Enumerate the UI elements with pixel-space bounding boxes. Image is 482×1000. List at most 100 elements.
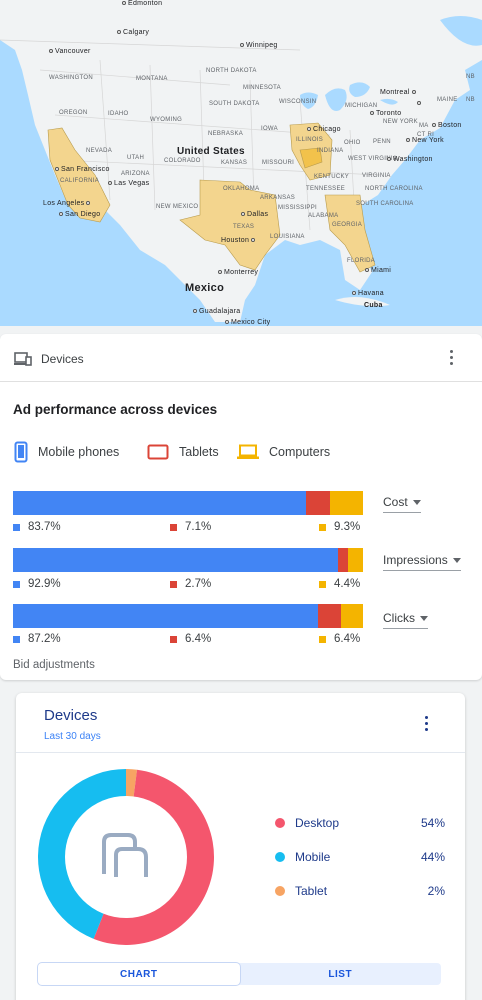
clicks-bar-computer	[340, 604, 363, 628]
map-label-south-carolina: SOUTH CAROLINA	[356, 201, 414, 207]
map-label-kansas: KANSAS	[221, 160, 248, 166]
map-label-new-mexico: NEW MEXICO	[156, 204, 199, 210]
more-options-icon[interactable]	[448, 350, 454, 368]
legend-mobile-phones: Mobile phones	[14, 440, 119, 464]
map-label-havana: Havana	[352, 290, 384, 297]
clicks-bar-tablet	[318, 604, 341, 628]
legend-mobile-label: Mobile phones	[38, 445, 120, 459]
map-label-maine: MAINE	[437, 97, 458, 103]
clicks-metric-dropdown[interactable]: Clicks	[383, 611, 428, 629]
map-label-montana: MONTANA	[136, 76, 168, 82]
map-label-las-vegas: Las Vegas	[108, 180, 149, 187]
devices-card-header: Devices	[0, 334, 482, 382]
devices-donut-chart	[38, 769, 214, 945]
clicks-bar-mobile	[13, 604, 319, 628]
map-label-arizona: ARIZONA	[121, 171, 150, 177]
map-panel[interactable]: Edmonton Calgary Vancouver Winnipeg WASH…	[0, 0, 482, 326]
map-label-washington-dc: Washington	[387, 156, 433, 163]
mobile-label: Mobile	[295, 850, 331, 864]
cost-tablet-pct: 7.1%	[170, 521, 211, 533]
map-label-indiana: INDIANA	[317, 148, 344, 154]
map-label-penn: PENN	[373, 139, 391, 145]
desktop-dot	[275, 818, 285, 828]
devices-chart-card: Devices Last 30 days Desktop 54% Mobile …	[16, 693, 465, 1000]
map-label-kentucky: KENTUCKY	[314, 174, 350, 180]
map-label-new-york-state: NEW YORK	[383, 119, 418, 125]
map-label-houston: Houston	[221, 237, 257, 244]
impressions-metric-dropdown[interactable]: Impressions	[383, 553, 461, 571]
map-label-washington: WASHINGTON	[49, 75, 94, 81]
map-label-toronto: Toronto	[370, 110, 401, 117]
tablet-label: Tablet	[295, 884, 328, 898]
map-label-utah: UTAH	[127, 155, 145, 161]
map-label-nb: NB	[466, 97, 475, 103]
donut-legend-mobile: Mobile 44%	[275, 847, 445, 867]
tab-chart[interactable]: CHART	[38, 963, 240, 985]
map-label-wisconsin: WISCONSIN	[279, 99, 317, 105]
chevron-down-icon	[420, 615, 428, 621]
tab-list[interactable]: LIST	[240, 963, 442, 985]
chevron-down-icon	[452, 557, 461, 563]
tablet-dot	[275, 886, 285, 896]
legend-computers-label: Computers	[269, 445, 331, 459]
bid-adjustments-link[interactable]: Bid adjustments	[13, 659, 95, 671]
map-label-nevada: NEVADA	[86, 148, 113, 154]
map-label-minnesota: MINNESOTA	[243, 85, 281, 91]
map-label-montreal: Montreal	[380, 89, 418, 96]
mobile-value: 44%	[420, 850, 445, 864]
cost-bar-tablet	[305, 491, 331, 515]
devices-performance-card: Devices Ad performance across devices Mo…	[0, 334, 482, 680]
map-label-san-francisco: San Francisco	[55, 166, 110, 173]
map-label-michigan: MICHIGAN	[345, 103, 378, 109]
map-label-ohio: OHIO	[344, 140, 361, 146]
map-label-united-states: United States	[177, 146, 245, 157]
clicks-mobile-pct: 87.2%	[13, 633, 61, 645]
map-label-iowa: IOWA	[261, 126, 278, 132]
devices-icon	[14, 352, 32, 366]
view-toggle: CHART LIST	[38, 963, 441, 985]
desktop-label: Desktop	[295, 816, 340, 830]
impressions-tablet-pct: 2.7%	[170, 578, 211, 590]
map-label-north-carolina: NORTH CAROLINA	[365, 186, 423, 192]
tablet-value: 2%	[427, 884, 445, 898]
map-label-missouri: MISSOURI	[262, 160, 295, 166]
map-label-new-york: New York	[406, 137, 444, 144]
legend-tablets-label: Tablets	[179, 445, 219, 459]
donut-legend-desktop: Desktop 54%	[275, 813, 445, 833]
map-label-florida: FLORIDA	[347, 258, 376, 264]
devices-chart-title: Devices	[44, 707, 98, 724]
cost-bar-mobile	[13, 491, 306, 515]
impressions-bar-computer	[347, 548, 363, 572]
date-range-label: Last 30 days	[44, 731, 101, 742]
chevron-down-icon	[412, 499, 421, 505]
cost-bar	[13, 491, 363, 515]
impressions-computer-pct: 4.4%	[319, 578, 360, 590]
clicks-tablet-pct: 6.4%	[170, 633, 211, 645]
map-label-alabama: ALABAMA	[308, 213, 339, 219]
map-label-guadalajara: Guadalajara	[193, 308, 240, 315]
desktop-value: 54%	[420, 816, 445, 830]
legend-computers: Computers	[237, 440, 330, 464]
map-label-mississippi: MISSISSIPPI	[278, 205, 317, 211]
map-label-edmonton: Edmonton	[122, 0, 162, 7]
map-label-chicago: Chicago	[307, 126, 341, 133]
more-options-icon[interactable]	[423, 716, 429, 734]
map-label-oregon: OREGON	[59, 110, 88, 116]
impressions-bar-mobile	[13, 548, 339, 572]
computer-icon	[237, 444, 259, 459]
cost-metric-dropdown[interactable]: Cost	[383, 495, 421, 513]
impressions-bar	[13, 548, 363, 572]
clicks-computer-pct: 6.4%	[319, 633, 360, 645]
map-label-virginia: VIRGINIA	[362, 173, 391, 179]
map-label-miami: Miami	[365, 267, 391, 274]
map-label-illinois: ILLINOIS	[296, 137, 324, 143]
map-label-calgary: Calgary	[117, 29, 149, 36]
map-label-tennessee: TENNESSEE	[306, 186, 346, 192]
mobile-dot	[275, 852, 285, 862]
map-label-louisiana: LOUISIANA	[270, 234, 305, 240]
map-label-dallas: Dallas	[241, 211, 268, 218]
ad-performance-heading: Ad performance across devices	[13, 402, 218, 417]
map-label-nebraska: NEBRASKA	[208, 131, 244, 137]
cost-mobile-pct: 83.7%	[13, 521, 61, 533]
map-label-idaho: IDAHO	[108, 111, 129, 117]
